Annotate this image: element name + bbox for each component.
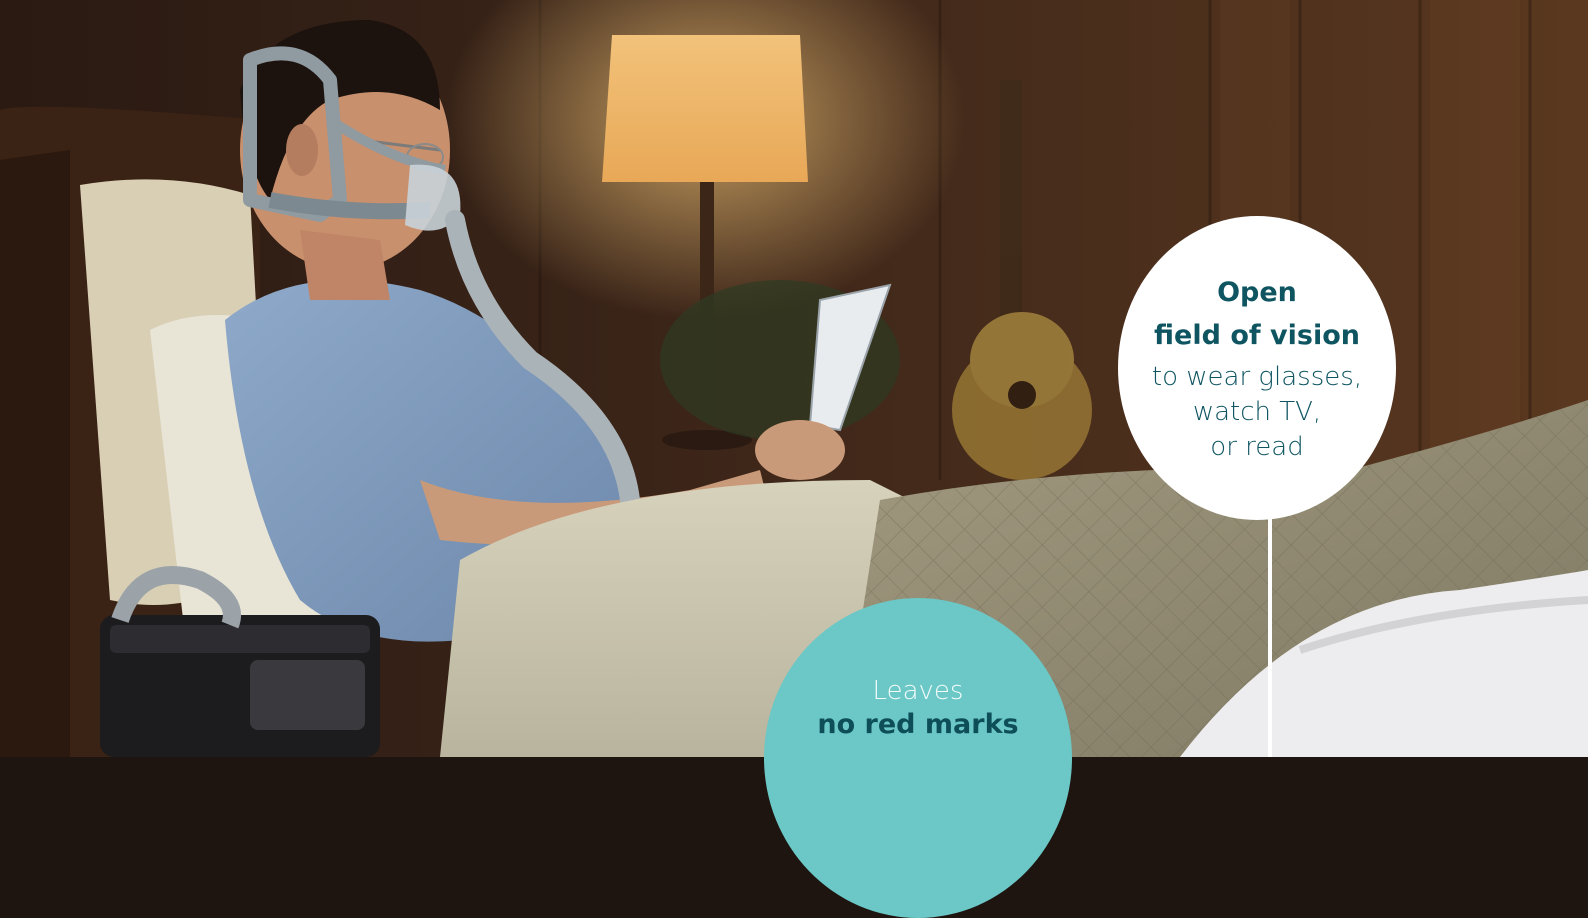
vision-callout-bubble: Open field of vision to wear glasses, wa… [1118,216,1396,520]
vision-callout-pointer [1268,518,1272,757]
marks-line2: no red marks [817,709,1019,740]
vision-title-line2: field of vision [1154,320,1360,351]
vision-body-line3: or read [1210,432,1304,462]
vision-body-line2: watch TV, [1192,397,1322,427]
marks-line1: Leaves [872,676,964,706]
vision-title-line1: Open [1217,277,1297,308]
vision-body-line1: to wear glasses, [1151,362,1363,392]
marks-callout-bubble: Leaves no red marks [764,598,1072,918]
